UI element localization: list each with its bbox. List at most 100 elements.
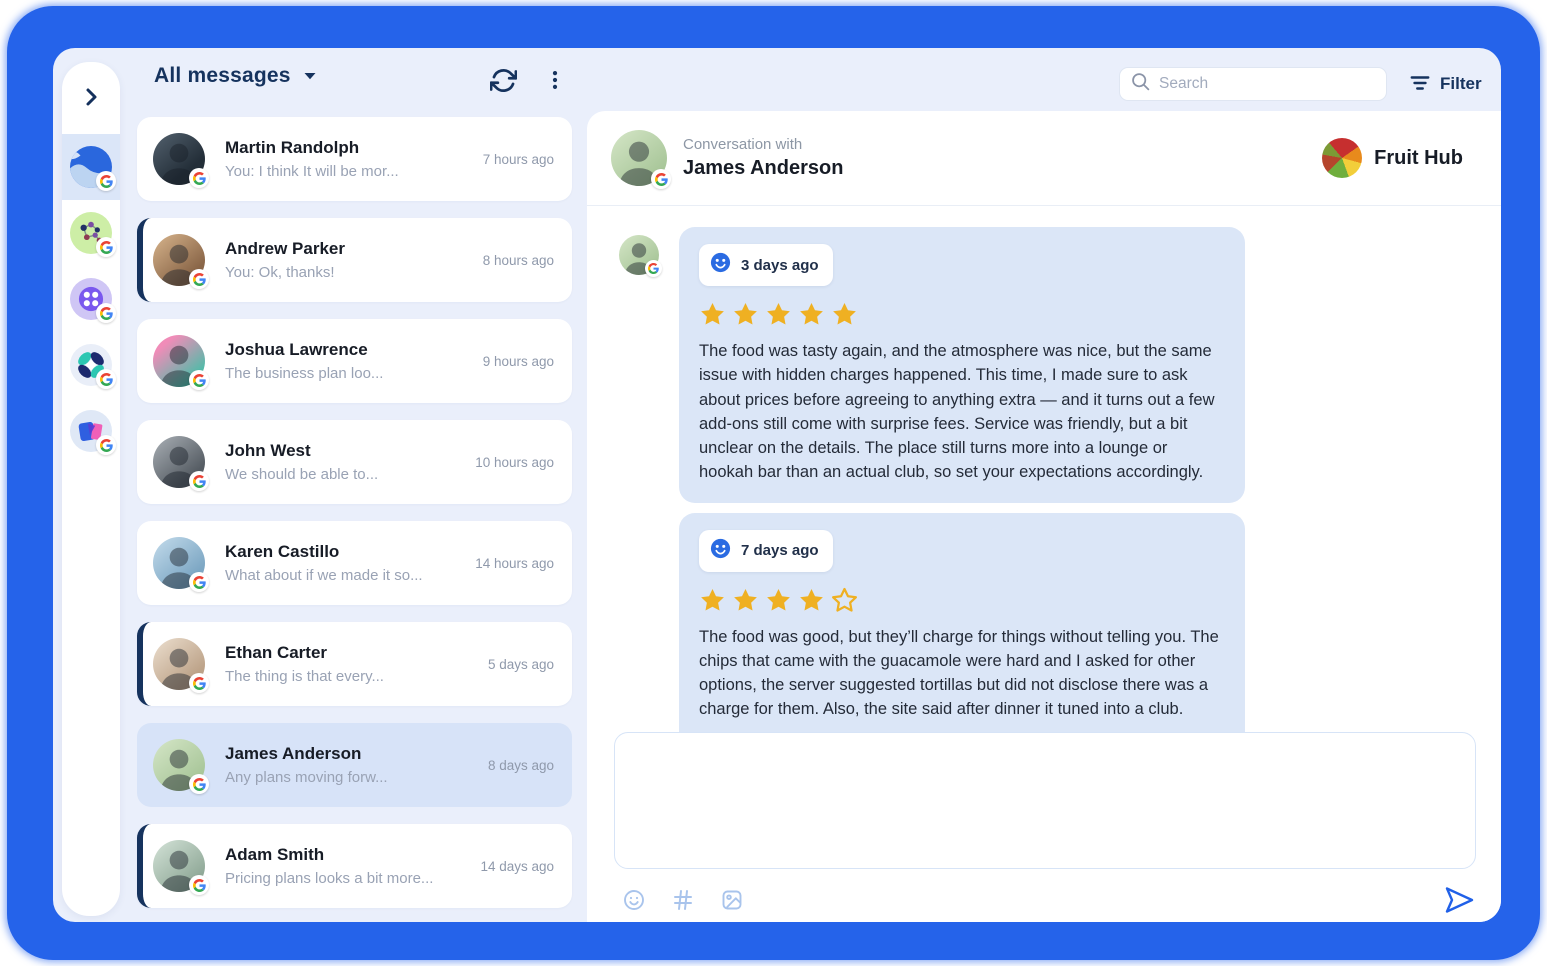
avatar — [153, 436, 205, 488]
google-badge-icon — [96, 435, 116, 455]
google-badge-icon — [96, 369, 116, 389]
refresh-button[interactable] — [485, 62, 521, 98]
message-preview: Any plans moving forw... — [225, 769, 478, 786]
list-item[interactable]: John West We should be able to... 10 hou… — [137, 420, 572, 504]
emoji-icon — [622, 888, 646, 912]
hashtag-icon — [671, 888, 695, 912]
message-input[interactable] — [614, 732, 1476, 869]
star-filled-icon — [732, 587, 759, 614]
search-icon — [1130, 71, 1151, 97]
filter-label: Filter — [1440, 74, 1482, 94]
conversation-with-label: Conversation with — [683, 136, 843, 153]
filter-icon — [1409, 73, 1431, 96]
kebab-menu-icon — [544, 68, 566, 92]
list-item-selected[interactable]: James Anderson Any plans moving forw... … — [137, 723, 572, 807]
sidebar-item-app-5[interactable] — [62, 398, 120, 464]
google-badge-icon — [189, 168, 209, 188]
sidebar-expand-button[interactable] — [62, 62, 120, 134]
contact-name: Ethan Carter — [225, 643, 478, 663]
star-filled-icon — [732, 301, 759, 328]
contact-name: Martin Randolph — [225, 138, 473, 158]
sidebar-item-app-3[interactable] — [62, 266, 120, 332]
app-background: All messages — [53, 48, 1501, 922]
refresh-icon — [490, 67, 517, 94]
timestamp: 9 hours ago — [483, 354, 554, 369]
sidebar-item-app-4[interactable] — [62, 332, 120, 398]
composer-toolbar — [614, 874, 1476, 922]
google-badge-icon — [96, 303, 116, 323]
google-badge-icon — [189, 370, 209, 390]
contact-name: Andrew Parker — [225, 239, 473, 259]
emoji-button[interactable] — [621, 887, 647, 913]
sidebar-item-app-2[interactable] — [62, 200, 120, 266]
review-text: The food was good, but they’ll charge fo… — [699, 625, 1225, 722]
avatar — [153, 335, 205, 387]
smiley-icon — [709, 537, 732, 565]
smiley-icon — [709, 251, 732, 279]
sender-avatar — [619, 235, 659, 275]
search-input[interactable] — [1159, 75, 1376, 93]
conversation-header: Conversation with James Anderson Fruit H… — [587, 111, 1501, 206]
review-time-badge: 3 days ago — [699, 244, 833, 286]
message-preview: The thing is that every... — [225, 668, 478, 685]
message-preview: What about if we made it so... — [225, 567, 465, 584]
review-time: 7 days ago — [741, 542, 819, 559]
avatar — [153, 537, 205, 589]
timestamp: 10 hours ago — [475, 455, 554, 470]
avatar — [153, 133, 205, 185]
timestamp: 14 days ago — [480, 859, 554, 874]
google-badge-icon — [651, 169, 671, 189]
timestamp: 8 days ago — [488, 758, 554, 773]
send-button[interactable] — [1442, 883, 1476, 917]
review-time-badge: 7 days ago — [699, 530, 833, 572]
google-badge-icon — [189, 269, 209, 289]
star-filled-icon — [798, 301, 825, 328]
inbox-filter-dropdown[interactable]: All messages — [154, 64, 317, 88]
image-icon — [720, 888, 744, 912]
hashtag-button[interactable] — [670, 887, 696, 913]
conversation-contact-name: James Anderson — [683, 157, 843, 180]
inbox-title: All messages — [154, 64, 291, 88]
timestamp: 8 hours ago — [483, 253, 554, 268]
rating-stars — [699, 301, 1225, 328]
list-item[interactable]: Andrew Parker You: Ok, thanks! 8 hours a… — [137, 218, 572, 302]
star-outline-icon — [831, 587, 858, 614]
google-badge-icon — [189, 572, 209, 592]
list-item[interactable]: Adam Smith Pricing plans looks a bit mor… — [137, 824, 572, 908]
review-time: 3 days ago — [741, 257, 819, 274]
star-filled-icon — [798, 587, 825, 614]
star-filled-icon — [765, 587, 792, 614]
sidebar-item-app-1[interactable] — [62, 134, 120, 200]
more-options-button[interactable] — [537, 62, 573, 98]
contact-name: James Anderson — [225, 744, 478, 764]
timestamp: 7 hours ago — [483, 152, 554, 167]
message-preview: You: I think It will be mor... — [225, 163, 473, 180]
filter-button[interactable]: Filter — [1409, 68, 1482, 100]
message: 3 days ago The food was tasty again, and… — [587, 227, 1501, 503]
business-avatar — [1322, 138, 1362, 178]
google-badge-icon — [96, 171, 116, 191]
message-preview: You: Ok, thanks! — [225, 264, 473, 281]
contact-avatar — [611, 130, 667, 186]
window-frame: All messages — [7, 6, 1540, 960]
google-badge-icon — [645, 260, 662, 277]
avatar — [153, 234, 205, 286]
chevron-right-icon — [79, 85, 103, 112]
google-badge-icon — [189, 774, 209, 794]
review-text: The food was tasty again, and the atmosp… — [699, 339, 1225, 485]
list-item[interactable]: Karen Castillo What about if we made it … — [137, 521, 572, 605]
list-item[interactable]: Ethan Carter The thing is that every... … — [137, 622, 572, 706]
timestamp: 5 days ago — [488, 657, 554, 672]
attach-image-button[interactable] — [719, 887, 745, 913]
composer — [587, 732, 1501, 922]
list-item[interactable]: Joshua Lawrence The business plan loo...… — [137, 319, 572, 403]
message-preview: Pricing plans looks a bit more... — [225, 870, 470, 887]
avatar — [153, 739, 205, 791]
search-box — [1119, 67, 1387, 101]
google-badge-icon — [189, 875, 209, 895]
contact-name: Joshua Lawrence — [225, 340, 473, 360]
rating-stars — [699, 587, 1225, 614]
star-filled-icon — [831, 301, 858, 328]
list-item[interactable]: Martin Randolph You: I think It will be … — [137, 117, 572, 201]
google-badge-icon — [189, 673, 209, 693]
